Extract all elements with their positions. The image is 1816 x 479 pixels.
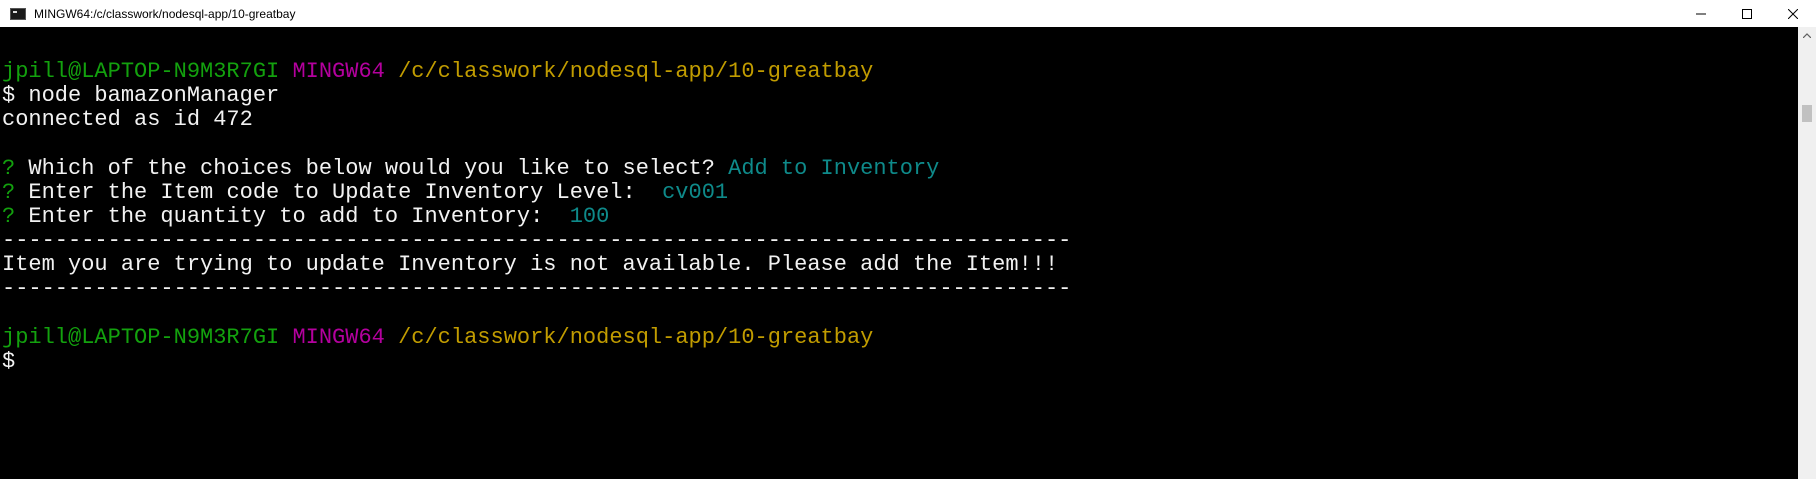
chevron-up-icon — [1803, 33, 1811, 38]
user-host: jpill@LAPTOP-N9M3R7GI — [2, 59, 280, 84]
window-title: MINGW64:/c/classwork/nodesql-app/10-grea… — [34, 6, 296, 21]
terminal-window: MINGW64:/c/classwork/nodesql-app/10-grea… — [0, 0, 1816, 479]
maximize-icon — [1742, 8, 1752, 19]
question-text: Enter the Item code to Update Inventory … — [15, 180, 663, 205]
question-text: Which of the choices below would you lik… — [15, 156, 729, 181]
minimize-icon — [1696, 13, 1706, 14]
minimize-button[interactable] — [1678, 0, 1724, 27]
divider-bottom: ----------------------------------------… — [2, 276, 1072, 301]
close-button[interactable] — [1770, 0, 1816, 27]
scroll-thumb[interactable] — [1802, 105, 1812, 122]
current-path: /c/classwork/nodesql-app/10-greatbay — [398, 59, 874, 84]
env-label: MINGW64 — [292, 325, 385, 350]
close-icon — [1788, 8, 1798, 19]
question-text: Enter the quantity to add to Inventory: — [15, 204, 570, 229]
question-mark: ? — [2, 204, 16, 229]
question-mark: ? — [2, 180, 16, 205]
terminal-output[interactable]: jpill@LAPTOP-N9M3R7GI MINGW64 /c/classwo… — [0, 27, 1798, 479]
question-answer: 100 — [569, 204, 610, 229]
terminal-icon — [10, 7, 26, 20]
question-answer: cv001 — [662, 180, 729, 205]
user-host: jpill@LAPTOP-N9M3R7GI — [2, 325, 280, 350]
vertical-scrollbar[interactable] — [1798, 27, 1816, 479]
env-label: MINGW64 — [292, 59, 385, 84]
current-path: /c/classwork/nodesql-app/10-greatbay — [398, 325, 874, 350]
maximize-button[interactable] — [1724, 0, 1770, 27]
title-bar[interactable]: MINGW64:/c/classwork/nodesql-app/10-grea… — [0, 0, 1816, 27]
connected-line: connected as id 472 — [2, 107, 253, 132]
question-answer: Add to Inventory — [728, 156, 940, 181]
question-mark: ? — [2, 156, 16, 181]
cursor-prompt[interactable]: $ — [2, 348, 15, 376]
prompt-line-2: jpill@LAPTOP-N9M3R7GI MINGW64 /c/classwo… — [2, 324, 873, 352]
window-controls — [1678, 0, 1816, 27]
scroll-up-button[interactable] — [1798, 27, 1816, 44]
